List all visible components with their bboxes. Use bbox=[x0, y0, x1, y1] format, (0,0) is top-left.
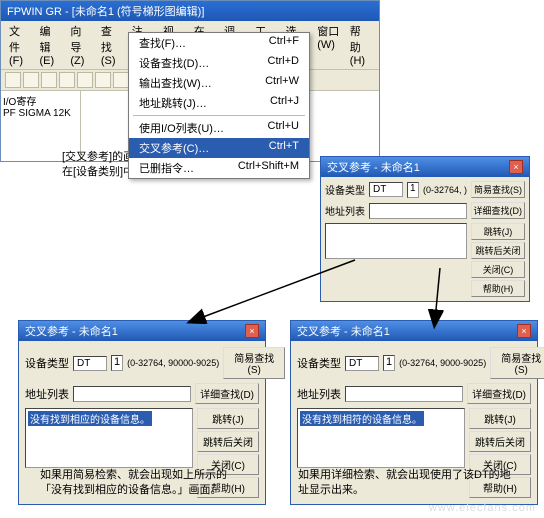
help-button[interactable]: 帮助(H) bbox=[471, 280, 525, 297]
toolbar-button[interactable] bbox=[41, 72, 57, 88]
menu-item[interactable]: 窗口(W) bbox=[313, 22, 344, 68]
no-result-msg: 没有找到相应的设备信息。 bbox=[28, 411, 152, 426]
close-button[interactable]: 关闭(C) bbox=[471, 261, 525, 278]
detail-search-button[interactable]: 详细查找(D) bbox=[471, 202, 526, 219]
close-icon[interactable]: × bbox=[245, 324, 259, 338]
xref-left-title: 交叉参考 - 未命名1 × bbox=[19, 321, 265, 341]
addr-list-label: 地址列表 bbox=[297, 386, 341, 402]
dropdown-item[interactable]: 设备查找(D)… Ctrl+D bbox=[129, 53, 309, 73]
jump-close-button[interactable]: 跳转后关闭 bbox=[197, 431, 259, 452]
dropdown-item[interactable]: 使用I/O列表(U)… Ctrl+U bbox=[129, 118, 309, 138]
dropdown-item-accel: Ctrl+F bbox=[269, 35, 299, 51]
jump-button[interactable]: 跳转(J) bbox=[469, 408, 531, 429]
xref-small-title-text: 交叉参考 - 未命名1 bbox=[327, 159, 420, 175]
simple-search-button[interactable]: 简易查找(S) bbox=[471, 181, 525, 198]
dropdown-item-label: 输出查找(W)… bbox=[139, 75, 212, 91]
jump-close-button[interactable]: 跳转后关闭 bbox=[469, 431, 531, 452]
device-num-input[interactable]: 1 bbox=[111, 355, 123, 371]
toolbar-button[interactable] bbox=[77, 72, 93, 88]
menu-item[interactable]: 向导(Z) bbox=[66, 22, 95, 68]
simple-search-button[interactable]: 简易查找(S) bbox=[490, 347, 544, 379]
xref-small-title: 交叉参考 - 未命名1 × bbox=[321, 157, 529, 177]
dropdown-item[interactable]: 交叉参考(C)… Ctrl+T bbox=[129, 138, 309, 158]
dropdown-item[interactable]: 已删指令… Ctrl+Shift+M bbox=[129, 158, 309, 178]
xref-small: 交叉参考 - 未命名1 × 设备类型 DT 1 (0-32764, ) 简易查找… bbox=[320, 156, 530, 302]
addr-list-label: 地址列表 bbox=[325, 203, 365, 218]
range-label: (0-32764, ) bbox=[423, 185, 467, 195]
simple-search-button[interactable]: 简易查找(S) bbox=[223, 347, 285, 379]
pf-label: PF SIGMA 12K bbox=[3, 108, 78, 119]
device-num-input[interactable]: 1 bbox=[407, 182, 419, 198]
dropdown-item-label: 交叉参考(C)… bbox=[139, 140, 209, 156]
device-type-select[interactable]: DT bbox=[345, 356, 379, 371]
jump-button[interactable]: 跳转(J) bbox=[197, 408, 259, 429]
dropdown-item[interactable]: 查找(F)… Ctrl+F bbox=[129, 33, 309, 53]
dropdown-item-accel: Ctrl+Shift+M bbox=[238, 160, 299, 176]
addr-list-input[interactable] bbox=[345, 386, 463, 402]
close-icon[interactable]: × bbox=[517, 324, 531, 338]
device-type-label: 设备类型 bbox=[25, 355, 69, 371]
dropdown-item-label: 地址跳转(J)… bbox=[139, 95, 207, 111]
jump-button[interactable]: 跳转(J) bbox=[471, 223, 525, 240]
result-list[interactable]: 没有找到相符的设备信息。 bbox=[297, 408, 465, 468]
menu-item[interactable]: 编辑(E) bbox=[36, 22, 65, 68]
device-type-select[interactable]: DT bbox=[73, 356, 107, 371]
dropdown-item-label: 查找(F)… bbox=[139, 35, 186, 51]
menu-item[interactable]: 帮助(H) bbox=[346, 22, 375, 68]
toolbar-button[interactable] bbox=[95, 72, 111, 88]
xref-left-title-text: 交叉参考 - 未命名1 bbox=[25, 323, 118, 339]
range-label: (0-32764, 9000-9025) bbox=[399, 358, 486, 368]
dropdown-item[interactable]: 输出查找(W)… Ctrl+W bbox=[129, 73, 309, 93]
device-num-input[interactable]: 1 bbox=[383, 355, 395, 371]
range-label: (0-32764, 90000-9025) bbox=[127, 358, 219, 368]
dropdown-item-accel: Ctrl+T bbox=[269, 140, 299, 156]
toolbar-button[interactable] bbox=[59, 72, 75, 88]
toolbar-button[interactable] bbox=[113, 72, 129, 88]
watermark: www.elecfans.com bbox=[429, 502, 536, 514]
dropdown-item-accel: Ctrl+D bbox=[268, 55, 299, 71]
result-list[interactable] bbox=[325, 223, 467, 259]
caption-right: 如果用详细检索、就会出现使用了该DT的地址显示出来。 bbox=[298, 468, 538, 499]
close-icon[interactable]: × bbox=[509, 160, 523, 174]
detail-search-button[interactable]: 详细查找(D) bbox=[467, 383, 531, 404]
search-dropdown[interactable]: 查找(F)… Ctrl+F 设备查找(D)… Ctrl+D 输出查找(W)… Ctrl+W… bbox=[128, 32, 310, 179]
dropdown-item-label: 使用I/O列表(U)… bbox=[139, 120, 224, 136]
dropdown-item-accel: Ctrl+U bbox=[268, 120, 299, 136]
no-result-msg: 没有找到相符的设备信息。 bbox=[300, 411, 424, 426]
xref-right-title-text: 交叉参考 - 未命名1 bbox=[297, 323, 390, 339]
device-type-label: 设备类型 bbox=[297, 355, 341, 371]
dropdown-item-accel: Ctrl+W bbox=[265, 75, 299, 91]
menu-item[interactable]: 查找(S) bbox=[97, 22, 126, 68]
xref-right-title: 交叉参考 - 未命名1 × bbox=[291, 321, 537, 341]
addr-list-input[interactable] bbox=[369, 203, 467, 219]
addr-list-input[interactable] bbox=[73, 386, 191, 402]
addr-list-label: 地址列表 bbox=[25, 386, 69, 402]
device-type-label: 设备类型 bbox=[325, 182, 365, 197]
io-label: I/O寄存 bbox=[3, 93, 78, 108]
caption-left: 如果用简易检索、就会出现如上所示的「没有找到相应的设备信息。」画面。 bbox=[40, 468, 270, 499]
dropdown-item-label: 已删指令… bbox=[139, 160, 194, 176]
toolbar-button[interactable] bbox=[23, 72, 39, 88]
ide-titlebar: FPWIN GR - [未命名1 (符号梯形图编辑)] bbox=[1, 1, 379, 21]
detail-search-button[interactable]: 详细查找(D) bbox=[195, 383, 259, 404]
dropdown-item[interactable]: 地址跳转(J)… Ctrl+J bbox=[129, 93, 309, 113]
dropdown-item-accel: Ctrl+J bbox=[270, 95, 299, 111]
result-list[interactable]: 没有找到相应的设备信息。 bbox=[25, 408, 193, 468]
menu-separator bbox=[133, 115, 305, 116]
menu-item[interactable]: 文件(F) bbox=[5, 22, 34, 68]
dropdown-item-label: 设备查找(D)… bbox=[139, 55, 209, 71]
toolbar-button[interactable] bbox=[5, 72, 21, 88]
device-type-select[interactable]: DT bbox=[369, 182, 403, 197]
jump-close-button[interactable]: 跳转后关闭 bbox=[471, 242, 525, 259]
